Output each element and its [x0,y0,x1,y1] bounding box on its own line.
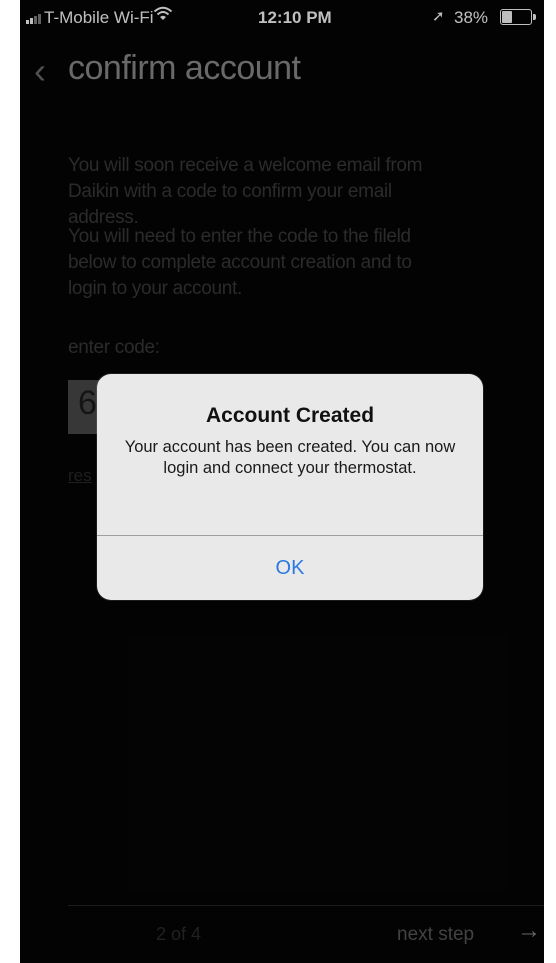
account-created-alert: Account Created Your account has been cr… [97,374,483,600]
alert-message: Your account has been created. You can n… [124,438,456,477]
alert-title: Account Created [205,404,375,427]
alert-ok-button[interactable]: OK [97,536,483,600]
